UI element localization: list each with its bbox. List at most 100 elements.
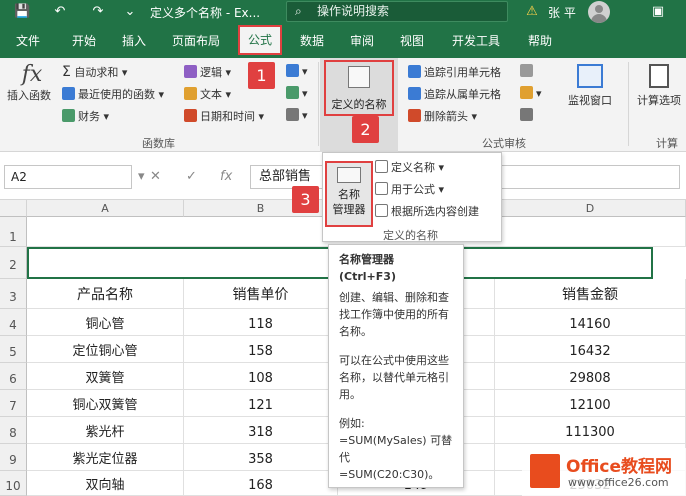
row-header[interactable]: 6 — [0, 363, 27, 390]
trace-dependents-button[interactable]: 追踪从属单元格 — [408, 86, 501, 102]
error-checking-button[interactable]: ▾ — [520, 86, 542, 100]
tab-developer[interactable]: 开发工具 — [452, 32, 500, 49]
defined-names-button[interactable]: 定义的名称 — [324, 60, 394, 116]
customize-icon[interactable]: ⌄ — [122, 4, 138, 20]
lookup-button[interactable]: ▾ — [286, 64, 308, 78]
calendar-icon — [184, 109, 197, 122]
recent-functions-button[interactable]: 最近使用的函数 ▾ — [62, 86, 164, 102]
defined-names-label: 定义的名称 — [331, 98, 387, 111]
excel-window: 💾 ↶ ↷ ⌄ 定义多个名称 - Ex... ⌕ 操作说明搜索 ⚠ 张 平 ▣ … — [0, 0, 686, 496]
row-header[interactable]: 8 — [0, 417, 27, 444]
undo-icon[interactable]: ↶ — [52, 4, 68, 20]
trace-precedents-button[interactable]: 追踪引用单元格 — [408, 64, 501, 80]
name-manager-button[interactable]: 名称 管理器 — [325, 161, 373, 227]
avatar[interactable] — [588, 1, 610, 23]
product-cell[interactable]: 铜心管 — [27, 309, 184, 336]
use-in-formula-button[interactable]: 用于公式 ▾ — [375, 181, 444, 197]
formula-auditing-label: 公式审核 — [482, 137, 526, 150]
insert-function-button[interactable]: fx 插入函数 — [7, 62, 52, 103]
product-cell[interactable]: 定位铜心管 — [27, 336, 184, 363]
name-manager-icon — [337, 167, 361, 183]
product-cell[interactable]: 铜心双簧管 — [27, 390, 184, 417]
remove-arrows-button[interactable]: 删除箭头 ▾ — [408, 108, 477, 124]
row-header[interactable]: 5 — [0, 336, 27, 363]
price-cell[interactable]: 118 — [184, 309, 338, 336]
finance-label: 财务 — [78, 110, 100, 123]
sigma-icon: Σ — [62, 64, 71, 80]
header-cell[interactable]: 销售金额 — [495, 279, 686, 309]
amount-cell[interactable]: 111300 — [495, 417, 686, 444]
product-cell[interactable]: 紫光杆 — [27, 417, 184, 444]
tab-review[interactable]: 审阅 — [350, 32, 374, 49]
ribbon-tabs: 文件 开始 插入 页面布局 公式 数据 审阅 视图 开发工具 帮助 — [0, 24, 686, 58]
tab-insert[interactable]: 插入 — [122, 32, 146, 49]
column-header[interactable]: D — [495, 200, 686, 217]
text-icon — [184, 87, 197, 100]
search-box[interactable]: ⌕ 操作说明搜索 — [286, 1, 508, 22]
calc-options-button[interactable]: 计算选项 — [632, 64, 686, 108]
name-manager-tooltip: 名称管理器 (Ctrl+F3) 创建、编辑、删除和查找工作簿中使用的所有名称。 … — [328, 244, 464, 488]
tooltip-title: 名称管理器 (Ctrl+F3) — [339, 253, 396, 283]
header-cell[interactable]: 销售单价 — [184, 279, 338, 309]
more-functions-button[interactable]: ▾ — [286, 108, 308, 122]
logical-button[interactable]: 逻辑 ▾ — [184, 64, 231, 80]
tab-help[interactable]: 帮助 — [528, 32, 552, 49]
datetime-button[interactable]: 日期和时间 ▾ — [184, 108, 264, 124]
name-box-dropdown-icon[interactable]: ▾ — [138, 169, 145, 184]
column-header[interactable]: A — [27, 200, 184, 217]
product-cell[interactable]: 双向轴 — [27, 471, 184, 496]
trace-dependents-icon — [408, 87, 421, 100]
warning-icon[interactable]: ⚠ — [524, 4, 540, 20]
fx-icon[interactable]: fx — [220, 169, 232, 184]
price-cell[interactable]: 318 — [184, 417, 338, 444]
tab-page-layout[interactable]: 页面布局 — [172, 32, 220, 49]
title-bar: 💾 ↶ ↷ ⌄ 定义多个名称 - Ex... ⌕ 操作说明搜索 ⚠ 张 平 ▣ — [0, 0, 686, 24]
amount-cell[interactable]: 29808 — [495, 363, 686, 390]
save-icon[interactable]: 💾 — [14, 4, 30, 20]
step-badge: 2 — [352, 116, 379, 143]
watch-window-button[interactable]: 监视窗口 — [562, 64, 618, 108]
tab-view[interactable]: 视图 — [400, 32, 424, 49]
amount-cell[interactable]: 16432 — [495, 336, 686, 363]
tab-formulas[interactable]: 公式 — [238, 25, 283, 55]
row-header[interactable]: 9 — [0, 444, 27, 471]
math-button[interactable]: ▾ — [286, 86, 308, 100]
product-cell[interactable]: 双簧管 — [27, 363, 184, 390]
name-box[interactable]: A2 — [4, 165, 132, 189]
redo-icon[interactable]: ↷ — [90, 4, 106, 20]
row-header[interactable]: 2 — [0, 247, 27, 279]
product-cell[interactable]: 紫光定位器 — [27, 444, 184, 471]
price-cell[interactable]: 121 — [184, 390, 338, 417]
amount-cell[interactable]: 12100 — [495, 390, 686, 417]
financial-button[interactable]: 财务 ▾ — [62, 108, 109, 124]
text-label: 文本 — [200, 88, 222, 101]
price-cell[interactable]: 108 — [184, 363, 338, 390]
row-header[interactable]: 1 — [0, 217, 27, 247]
row-header[interactable]: 4 — [0, 309, 27, 336]
row-header[interactable]: 10 — [0, 471, 27, 496]
create-from-selection-icon — [375, 204, 388, 217]
row-header[interactable]: 7 — [0, 390, 27, 417]
price-cell[interactable]: 168 — [184, 471, 338, 496]
recent-label: 最近使用的函数 — [78, 88, 155, 101]
row-header[interactable]: 3 — [0, 279, 27, 309]
cancel-icon[interactable]: ✕ — [150, 169, 161, 184]
select-all-corner[interactable] — [0, 200, 27, 217]
tab-home[interactable]: 开始 — [72, 32, 96, 49]
header-cell[interactable]: 产品名称 — [27, 279, 184, 309]
enter-icon[interactable]: ✓ — [186, 169, 197, 184]
show-formulas-button[interactable] — [520, 64, 536, 78]
text-button[interactable]: 文本 ▾ — [184, 86, 231, 102]
create-from-selection-button[interactable]: 根据所选内容创建 — [375, 203, 479, 219]
autosum-button[interactable]: Σ 自动求和 ▾ — [62, 64, 127, 80]
evaluate-formula-button[interactable] — [520, 108, 536, 122]
price-cell[interactable]: 158 — [184, 336, 338, 363]
tab-data[interactable]: 数据 — [300, 32, 324, 49]
price-cell[interactable]: 358 — [184, 444, 338, 471]
watch-window-label: 监视窗口 — [568, 94, 612, 107]
watch-window-icon — [577, 64, 603, 88]
tab-file[interactable]: 文件 — [16, 32, 40, 49]
ribbon-display-icon[interactable]: ▣ — [650, 4, 666, 20]
amount-cell[interactable]: 14160 — [495, 309, 686, 336]
define-name-button[interactable]: 定义名称 ▾ — [375, 159, 444, 175]
